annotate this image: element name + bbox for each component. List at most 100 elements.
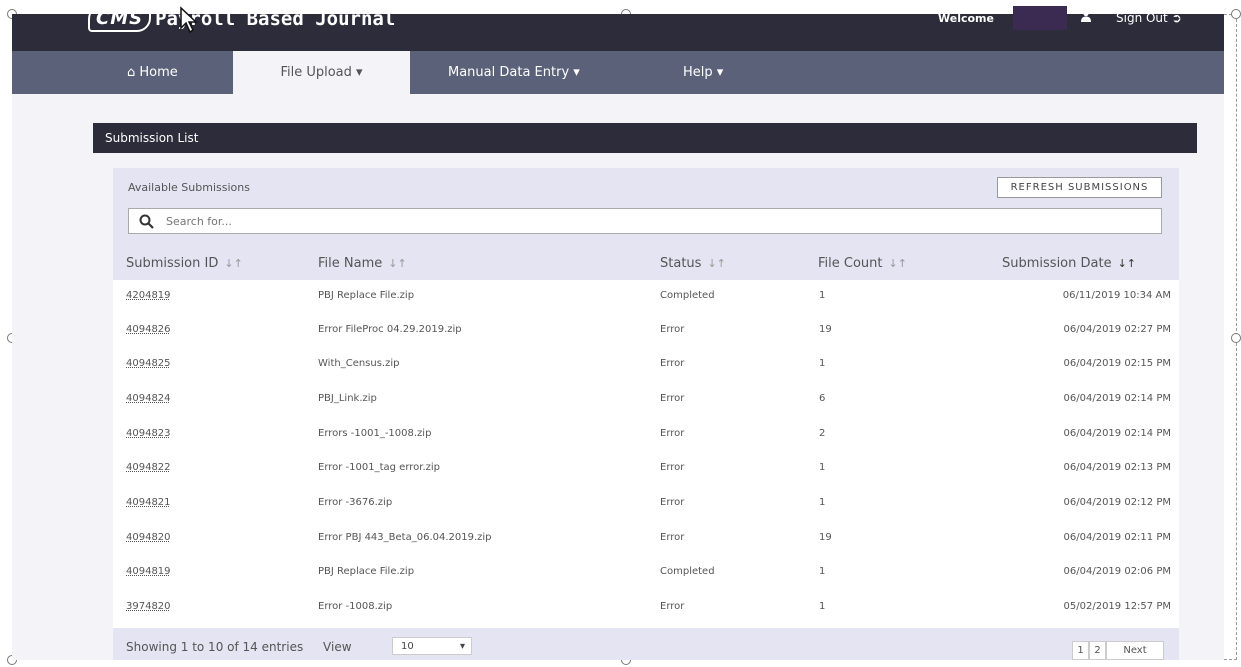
status: Error: [660, 497, 685, 508]
submission-date: 06/04/2019 02:14 PM: [1063, 393, 1171, 404]
nav-manual-data-entry[interactable]: Manual Data Entry ▾: [448, 51, 580, 94]
nav-home[interactable]: ⌂ Home: [127, 51, 178, 94]
resize-handle[interactable]: [1231, 9, 1241, 19]
submission-id-link[interactable]: 3974820: [126, 601, 171, 612]
submission-date: 06/04/2019 02:27 PM: [1063, 324, 1171, 335]
file-name: Error -3676.zip: [318, 497, 393, 508]
status: Error: [660, 601, 685, 612]
column-header-file-count[interactable]: File Count ↓↑: [818, 256, 907, 271]
table-row[interactable]: 4094824 PBJ_Link.zip Error 6 06/04/2019 …: [113, 383, 1179, 416]
file-count: 19: [819, 324, 832, 335]
status: Error: [660, 462, 685, 473]
nav-help-label: Help: [683, 65, 713, 80]
submission-id-link[interactable]: 4094825: [126, 358, 171, 369]
file-count: 1: [819, 462, 826, 473]
mouse-cursor-icon: [180, 6, 198, 34]
home-icon: ⌂: [127, 65, 136, 80]
page-1-button[interactable]: 1: [1072, 641, 1089, 660]
table-row[interactable]: 4094825 With_Census.zip Error 1 06/04/20…: [113, 348, 1179, 381]
submission-date: 06/04/2019 02:13 PM: [1063, 462, 1171, 473]
column-header-submission-id[interactable]: Submission ID ↓↑: [126, 256, 243, 271]
table-row[interactable]: 4094823 Errors -1001_-1008.zip Error 2 0…: [113, 418, 1179, 451]
caret-down-icon: ▾: [573, 65, 580, 80]
submission-id-link[interactable]: 4094820: [126, 532, 171, 543]
table-row[interactable]: 4094821 Error -3676.zip Error 1 06/04/20…: [113, 487, 1179, 520]
status: Error: [660, 393, 685, 404]
column-header-status[interactable]: Status ↓↑: [660, 256, 726, 271]
file-count: 19: [819, 532, 832, 543]
file-name: PBJ Replace File.zip: [318, 566, 415, 577]
status: Error: [660, 358, 685, 369]
nav-help[interactable]: Help ▾: [683, 51, 723, 94]
submission-id-link[interactable]: 4094821: [126, 497, 171, 508]
submission-id-link[interactable]: 4204819: [126, 290, 171, 301]
sign-out-label: Sign Out: [1116, 11, 1168, 25]
submission-date: 06/04/2019 02:06 PM: [1063, 566, 1171, 577]
submission-date: 06/04/2019 02:12 PM: [1063, 497, 1171, 508]
view-label: View: [323, 640, 352, 654]
table-row[interactable]: 4094826 Error FileProc 04.29.2019.zip Er…: [113, 314, 1179, 347]
file-count: 1: [819, 566, 826, 577]
sort-icon: ↓↑: [388, 257, 407, 270]
sign-out-icon: ➲: [1171, 11, 1182, 25]
nav-manual-label: Manual Data Entry: [448, 65, 570, 80]
next-page-button[interactable]: Next: [1106, 641, 1164, 660]
brand[interactable]: CMS Payroll Based Journal: [88, 5, 395, 32]
sign-out-link[interactable]: Sign Out ➲: [1116, 11, 1182, 25]
sort-icon: ↓↑: [224, 257, 243, 270]
status: Error: [660, 324, 685, 335]
file-count: 1: [819, 497, 826, 508]
column-header-file-name[interactable]: File Name ↓↑: [318, 256, 407, 271]
file-count: 1: [819, 601, 826, 612]
nav-file-upload[interactable]: File Upload ▾: [233, 51, 410, 94]
cms-logo: CMS: [88, 5, 152, 32]
file-name: PBJ_Link.zip: [318, 393, 377, 404]
status: Error: [660, 532, 685, 543]
file-count: 2: [819, 428, 826, 439]
page-size-value: 10: [401, 641, 414, 652]
refresh-submissions-button[interactable]: REFRESH SUBMISSIONS: [997, 177, 1162, 198]
status: Completed: [660, 566, 715, 577]
submission-id-link[interactable]: 4094823: [126, 428, 171, 439]
submission-date: 06/04/2019 02:11 PM: [1063, 532, 1171, 543]
status: Error: [660, 428, 685, 439]
caret-down-icon: ▾: [716, 65, 724, 80]
search-input[interactable]: [164, 213, 1068, 229]
submission-id-link[interactable]: 4094819: [126, 566, 171, 577]
submission-id-link[interactable]: 4094824: [126, 393, 171, 404]
available-submissions-label: Available Submissions: [128, 181, 250, 194]
column-header-submission-date[interactable]: Submission Date ↓↑: [1002, 256, 1136, 271]
submission-date: 06/11/2019 10:34 AM: [1062, 290, 1171, 301]
sort-icon: ↓↑: [707, 257, 726, 270]
submission-id-link[interactable]: 4094822: [126, 462, 171, 473]
search-bar: [128, 208, 1162, 234]
sort-icon: ↓↑: [888, 257, 907, 270]
table-row[interactable]: 4094819 PBJ Replace File.zip Completed 1…: [113, 556, 1179, 589]
table-row[interactable]: 4094820 Error PBJ 443_Beta_06.04.2019.zi…: [113, 522, 1179, 555]
search-icon: [139, 214, 154, 229]
welcome-label: Welcome: [938, 12, 994, 25]
table-row[interactable]: 4094822 Error -1001_tag error.zip Error …: [113, 452, 1179, 485]
file-count: 1: [819, 290, 826, 301]
entries-summary: Showing 1 to 10 of 14 entries View: [126, 640, 352, 654]
file-name: Error FileProc 04.29.2019.zip: [318, 324, 462, 335]
file-count: 6: [819, 393, 826, 404]
file-name: PBJ Replace File.zip: [318, 290, 415, 301]
sort-active-icon: ↓↑: [1117, 257, 1137, 270]
table-row[interactable]: 4204819 PBJ Replace File.zip Completed 1…: [113, 280, 1179, 313]
file-name: Error -1008.zip: [318, 601, 393, 612]
caret-down-icon: ▾: [356, 65, 363, 80]
main-nav: ⌂ Home File Upload ▾ Manual Data Entry ▾…: [12, 51, 1224, 94]
file-name: Error -1001_tag error.zip: [318, 462, 441, 473]
table-row[interactable]: 3974820 Error -1008.zip Error 1 05/02/20…: [113, 591, 1179, 624]
file-name: Error PBJ 443_Beta_06.04.2019.zip: [318, 532, 492, 543]
user-icon[interactable]: [1080, 10, 1092, 26]
page-2-button[interactable]: 2: [1089, 641, 1106, 660]
showing-text: Showing 1 to 10 of 14 entries: [126, 640, 304, 654]
submission-date: 06/04/2019 02:15 PM: [1063, 358, 1171, 369]
file-count: 1: [819, 358, 826, 369]
page-size-select[interactable]: 10 ▾: [392, 637, 472, 655]
file-name: Errors -1001_-1008.zip: [318, 428, 432, 439]
submission-id-link[interactable]: 4094826: [126, 324, 171, 335]
resize-handle[interactable]: [1231, 333, 1241, 343]
